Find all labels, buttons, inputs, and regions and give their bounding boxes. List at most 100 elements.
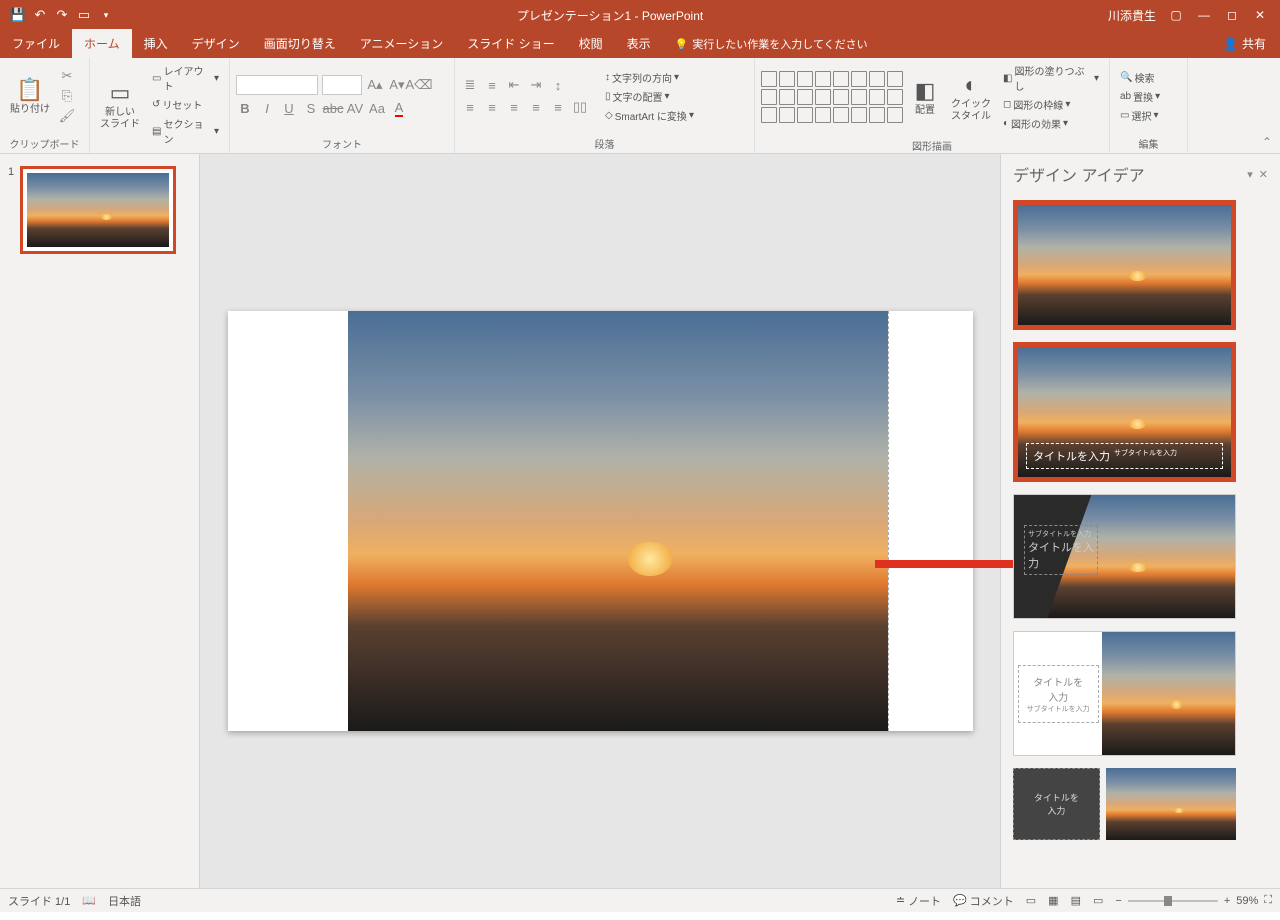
current-slide[interactable] (228, 311, 973, 731)
reading-view-icon[interactable]: ▤ (1071, 894, 1081, 907)
layout-button[interactable]: ▭ レイアウト ▾ (148, 62, 223, 94)
zoom-slider[interactable] (1128, 900, 1218, 902)
slide-counter: スライド 1/1 (8, 893, 70, 909)
notes-button[interactable]: ≐ ノート (896, 893, 941, 909)
design-idea-1[interactable] (1013, 200, 1236, 330)
lightbulb-icon: 💡 (675, 38, 689, 51)
font-size-combo[interactable] (322, 75, 362, 95)
select-button[interactable]: ▭ 選択 ▾ (1116, 107, 1164, 124)
person-icon: 👤 (1223, 37, 1238, 51)
replace-button[interactable]: ab 置換 ▾ (1116, 88, 1164, 105)
language-status[interactable]: 日本語 (108, 893, 141, 909)
quick-styles-button[interactable]: ◐クイック スタイル (947, 69, 995, 125)
text-direction-button[interactable]: ↕ 文字列の方向 ▾ (601, 69, 698, 86)
zoom-in-icon[interactable]: + (1224, 895, 1230, 907)
zoom-level[interactable]: 59% (1236, 895, 1258, 907)
bullets-icon[interactable]: ≣ (461, 76, 479, 94)
slide-canvas[interactable] (200, 154, 1000, 888)
minimize-icon[interactable]: — (1196, 7, 1212, 23)
copy-icon[interactable]: ⎘ (58, 87, 76, 105)
justify-icon[interactable]: ≡ (527, 98, 545, 116)
design-idea-2[interactable]: タイトルを入力サブタイトルを入力 (1013, 342, 1236, 482)
tab-view[interactable]: 表示 (615, 29, 663, 58)
bold-icon[interactable]: B (236, 99, 254, 117)
pane-dropdown-icon[interactable]: ▾ (1247, 168, 1253, 181)
quick-styles-icon: ◐ (957, 71, 985, 99)
increase-indent-icon[interactable]: ⇥ (527, 76, 545, 94)
customize-qat-icon[interactable]: ▾ (98, 7, 114, 23)
clear-format-icon[interactable]: A⌫ (410, 76, 428, 94)
shapes-gallery[interactable] (761, 71, 903, 123)
align-left-icon[interactable]: ≡ (461, 98, 479, 116)
shape-outline-button[interactable]: ◻ 図形の枠線 ▾ (999, 96, 1103, 113)
tab-home[interactable]: ホーム (72, 29, 132, 58)
maximize-icon[interactable]: ◻ (1224, 7, 1240, 23)
normal-view-icon[interactable]: ▭ (1026, 894, 1036, 907)
design-ideas-pane: デザイン アイデア ▾✕ タイトルを入力サブタイトルを入力 サブタイトルを入力タ… (1000, 154, 1280, 888)
columns-icon[interactable]: ▯▯ (571, 98, 589, 116)
save-icon[interactable]: 💾 (10, 7, 26, 23)
tab-file[interactable]: ファイル (0, 29, 72, 58)
reset-button[interactable]: ↺ リセット (148, 96, 223, 113)
font-color-icon[interactable]: A (390, 99, 408, 117)
tab-insert[interactable]: 挿入 (132, 29, 180, 58)
cut-icon[interactable]: ✂ (58, 67, 76, 85)
close-icon[interactable]: ✕ (1252, 7, 1268, 23)
align-text-button[interactable]: ▯ 文字の配置 ▾ (601, 88, 698, 105)
group-paragraph: 段落 (455, 134, 754, 153)
share-button[interactable]: 👤共有 (1209, 29, 1280, 58)
align-center-icon[interactable]: ≡ (483, 98, 501, 116)
font-family-combo[interactable] (236, 75, 318, 95)
arrange-icon: ◧ (911, 77, 939, 105)
shadow-icon[interactable]: S (302, 99, 320, 117)
numbering-icon[interactable]: ≡ (483, 76, 501, 94)
spacing-icon[interactable]: AV (346, 99, 364, 117)
design-idea-4[interactable]: タイトルを 入力サブタイトルを入力 (1013, 631, 1236, 756)
group-editing: 編集 (1110, 134, 1187, 153)
group-font: フォント (230, 134, 454, 153)
italic-icon[interactable]: I (258, 99, 276, 117)
slideshow-view-icon[interactable]: ▭ (1093, 894, 1103, 907)
redo-icon[interactable]: ↷ (54, 7, 70, 23)
format-painter-icon[interactable]: 🖌 (58, 107, 76, 125)
comments-button[interactable]: 💬 コメント (953, 893, 1014, 909)
design-idea-3[interactable]: サブタイトルを入力タイトルを入 力 (1013, 494, 1236, 619)
tab-animations[interactable]: アニメーション (348, 29, 456, 58)
undo-icon[interactable]: ↶ (32, 7, 48, 23)
tab-transitions[interactable]: 画面切り替え (252, 29, 348, 58)
shape-effects-button[interactable]: ◐ 図形の効果 ▾ (999, 115, 1103, 132)
tab-review[interactable]: 校閲 (567, 29, 615, 58)
window-title: プレゼンテーション1 - PowerPoint (124, 7, 1096, 24)
sorter-view-icon[interactable]: ▦ (1048, 894, 1058, 907)
strikethrough-icon[interactable]: abc (324, 99, 342, 117)
fit-window-icon[interactable]: ⛶ (1264, 894, 1272, 907)
align-right-icon[interactable]: ≡ (505, 98, 523, 116)
from-beginning-icon[interactable]: ▭ (76, 7, 92, 23)
underline-icon[interactable]: U (280, 99, 298, 117)
spellcheck-icon[interactable]: 📖 (82, 894, 96, 907)
line-spacing-icon[interactable]: ↕ (549, 76, 567, 94)
slide-thumbnails-panel: 1 (0, 154, 200, 888)
tab-design[interactable]: デザイン (180, 29, 252, 58)
change-case-icon[interactable]: Aa (368, 99, 386, 117)
design-idea-5[interactable]: タイトルを 入力 (1013, 768, 1236, 840)
find-button[interactable]: 🔍 検索 (1116, 69, 1164, 86)
slide-thumbnail-1[interactable] (20, 166, 176, 254)
ribbon-display-icon[interactable]: ▢ (1168, 7, 1184, 23)
collapse-ribbon-icon[interactable]: ⌃ (1188, 58, 1280, 153)
zoom-out-icon[interactable]: − (1115, 895, 1121, 907)
pane-close-icon[interactable]: ✕ (1259, 168, 1268, 181)
decrease-indent-icon[interactable]: ⇤ (505, 76, 523, 94)
increase-font-icon[interactable]: A▴ (366, 76, 384, 94)
tab-slideshow[interactable]: スライド ショー (455, 29, 566, 58)
shape-fill-button[interactable]: ◧ 図形の塗りつぶし ▾ (999, 62, 1103, 94)
decrease-font-icon[interactable]: A▾ (388, 76, 406, 94)
new-slide-button[interactable]: ▭新しい スライド (96, 77, 144, 133)
paste-button[interactable]: 📋貼り付け (6, 74, 54, 118)
arrange-button[interactable]: ◧配置 (907, 75, 943, 119)
user-name[interactable]: 川添貴生 (1108, 7, 1156, 24)
section-button[interactable]: ▤ セクション ▾ (148, 115, 223, 147)
distributed-icon[interactable]: ≡ (549, 98, 567, 116)
smartart-button[interactable]: ◇ SmartArt に変換 ▾ (601, 107, 698, 124)
tell-me[interactable]: 💡実行したい作業を入力してください (663, 30, 880, 58)
